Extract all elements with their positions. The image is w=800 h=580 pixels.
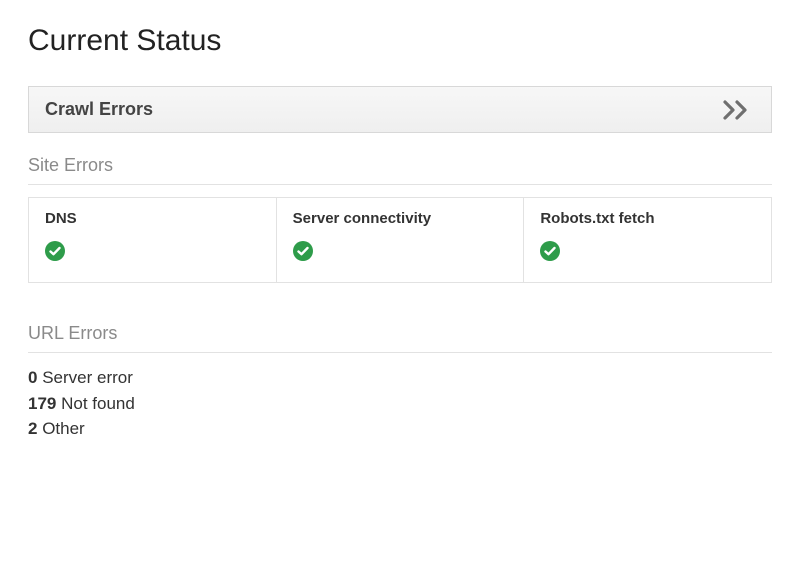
- url-error-row[interactable]: 179 Not found: [28, 391, 772, 417]
- url-error-count: 179: [28, 394, 56, 413]
- url-error-row[interactable]: 2 Other: [28, 416, 772, 442]
- crawl-errors-panel-header[interactable]: Crawl Errors: [28, 86, 772, 133]
- url-errors-list: 0 Server error 179 Not found 2 Other: [28, 365, 772, 442]
- site-error-card-dns[interactable]: DNS: [28, 197, 277, 283]
- url-error-count: 2: [28, 419, 37, 438]
- page-title: Current Status: [28, 24, 772, 58]
- url-error-label: Other: [42, 419, 85, 438]
- site-error-card-server-connectivity[interactable]: Server connectivity: [277, 197, 525, 283]
- url-error-count: 0: [28, 368, 37, 387]
- site-errors-cards: DNS Server connectivity Robots.txt fetch: [28, 197, 772, 283]
- card-title: DNS: [45, 210, 260, 227]
- divider: [28, 184, 772, 185]
- url-errors-label: URL Errors: [28, 323, 772, 344]
- url-error-label: Server error: [42, 368, 133, 387]
- url-error-row[interactable]: 0 Server error: [28, 365, 772, 391]
- divider: [28, 352, 772, 353]
- chevron-right-double-icon: [723, 100, 755, 120]
- check-circle-icon: [540, 241, 560, 261]
- site-errors-label: Site Errors: [28, 155, 772, 176]
- card-title: Server connectivity: [293, 210, 508, 227]
- card-title: Robots.txt fetch: [540, 210, 755, 227]
- check-circle-icon: [45, 241, 65, 261]
- check-circle-icon: [293, 241, 313, 261]
- url-error-label: Not found: [61, 394, 135, 413]
- site-error-card-robots-txt[interactable]: Robots.txt fetch: [524, 197, 772, 283]
- crawl-errors-title: Crawl Errors: [45, 99, 153, 120]
